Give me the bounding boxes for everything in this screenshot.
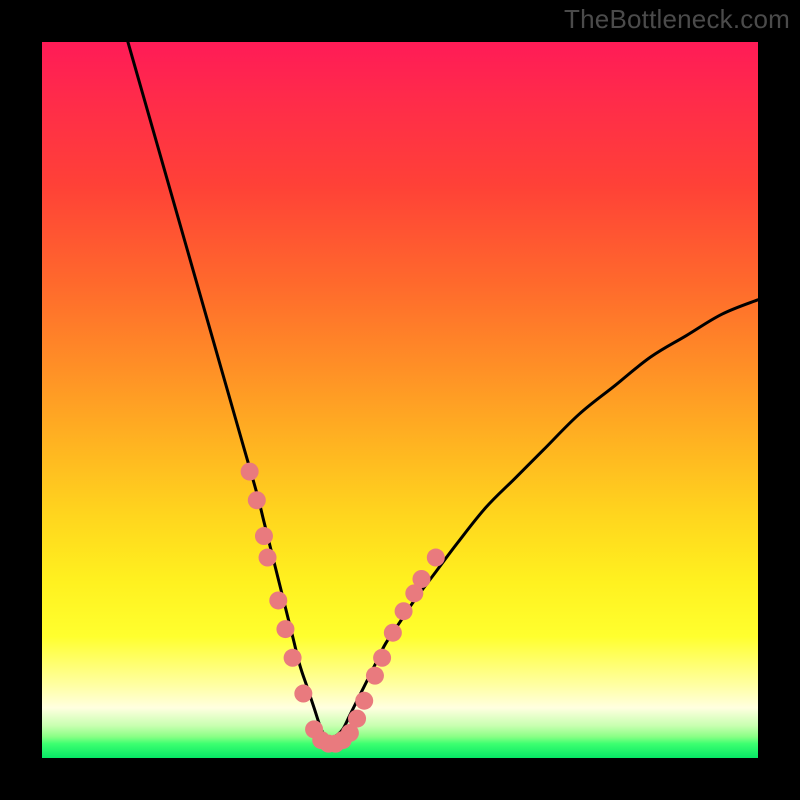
marker-point xyxy=(384,624,402,642)
curve-right-branch xyxy=(328,300,758,744)
chart-svg xyxy=(42,42,758,758)
marker-point xyxy=(412,570,430,588)
marker-point xyxy=(276,620,294,638)
data-markers xyxy=(241,463,445,753)
marker-point xyxy=(366,667,384,685)
marker-point xyxy=(241,463,259,481)
curve-left-branch xyxy=(128,42,328,744)
marker-point xyxy=(395,602,413,620)
marker-point xyxy=(248,491,266,509)
marker-point xyxy=(284,649,302,667)
marker-point xyxy=(294,685,312,703)
plot-area xyxy=(42,42,758,758)
marker-point xyxy=(427,549,445,567)
marker-point xyxy=(255,527,273,545)
watermark-text: TheBottleneck.com xyxy=(564,4,790,35)
bottleneck-curve xyxy=(128,42,758,744)
marker-point xyxy=(269,591,287,609)
marker-point xyxy=(348,710,366,728)
marker-point xyxy=(355,692,373,710)
chart-frame: TheBottleneck.com xyxy=(0,0,800,800)
marker-point xyxy=(373,649,391,667)
marker-point xyxy=(259,549,277,567)
